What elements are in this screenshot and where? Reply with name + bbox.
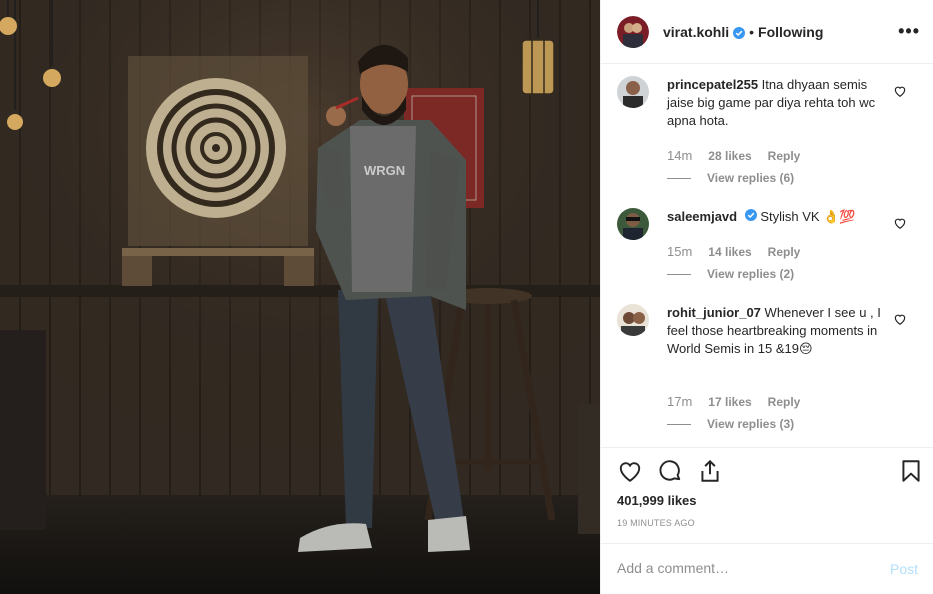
comment-like-heart-icon[interactable] bbox=[893, 312, 907, 326]
view-replies-button[interactable]: View replies (6) bbox=[667, 171, 794, 185]
comment-meta: 14m 28 likes Reply bbox=[667, 148, 800, 163]
replies-divider-line bbox=[667, 177, 691, 179]
post-header: virat.kohli • Following ••• bbox=[601, 0, 933, 64]
post-actions: 401,999 likes 19 MINUTES AGO bbox=[601, 447, 933, 543]
comment-meta: 17m 17 likes Reply bbox=[667, 394, 800, 409]
comment-likes[interactable]: 17 likes bbox=[708, 395, 751, 409]
author-avatar[interactable] bbox=[617, 15, 649, 48]
likes-count[interactable]: 401,999 likes bbox=[617, 493, 697, 508]
add-comment-bar: Post bbox=[601, 543, 933, 594]
comment-likes[interactable]: 14 likes bbox=[708, 245, 751, 259]
comment-likes[interactable]: 28 likes bbox=[708, 149, 751, 163]
post-photo[interactable]: WRGN bbox=[0, 0, 600, 594]
instagram-post-view: WRGN virat.kohli • Following ••• princep… bbox=[0, 0, 933, 594]
verified-badge-icon bbox=[744, 208, 757, 221]
author-username[interactable]: virat.kohli bbox=[663, 24, 729, 40]
reply-button[interactable]: Reply bbox=[768, 149, 801, 163]
comment-icon[interactable] bbox=[657, 458, 683, 484]
reply-button[interactable]: Reply bbox=[768, 245, 801, 259]
view-replies-label: View replies (2) bbox=[707, 267, 795, 281]
comment-like-heart-icon[interactable] bbox=[893, 216, 907, 230]
view-replies-button[interactable]: View replies (3) bbox=[667, 417, 794, 431]
heart-icon[interactable] bbox=[617, 458, 643, 484]
comment-username[interactable]: rohit_junior_07 bbox=[667, 305, 761, 320]
replies-divider-line bbox=[667, 273, 691, 275]
commenter-avatar[interactable] bbox=[617, 208, 649, 240]
post-timestamp[interactable]: 19 MINUTES AGO bbox=[617, 518, 695, 528]
comment-username[interactable]: saleemjavd bbox=[667, 209, 737, 224]
reply-button[interactable]: Reply bbox=[768, 395, 801, 409]
comment-time[interactable]: 17m bbox=[667, 394, 692, 409]
bookmark-icon[interactable] bbox=[898, 458, 924, 484]
commenter-avatar[interactable] bbox=[617, 76, 649, 108]
comment-text-block: princepatel255 Itna dhyaan semis jaise b… bbox=[667, 76, 887, 130]
comments-list[interactable]: princepatel255 Itna dhyaan semis jaise b… bbox=[601, 65, 933, 447]
comment-meta: 15m 14 likes Reply bbox=[667, 244, 800, 259]
share-icon[interactable] bbox=[697, 458, 723, 484]
comment-text: Stylish VK 👌💯 bbox=[760, 209, 856, 224]
post-photo-illustration: WRGN bbox=[0, 0, 600, 594]
view-replies-label: View replies (3) bbox=[707, 417, 795, 431]
comment-text-block: rohit_junior_07 Whenever I see u , I fee… bbox=[667, 304, 887, 358]
post-comment-button[interactable]: Post bbox=[890, 561, 918, 577]
view-replies-button[interactable]: View replies (2) bbox=[667, 267, 794, 281]
view-replies-label: View replies (6) bbox=[707, 171, 795, 185]
more-options-button[interactable]: ••• bbox=[898, 22, 920, 40]
following-button[interactable]: Following bbox=[758, 24, 823, 40]
comment-time[interactable]: 14m bbox=[667, 148, 692, 163]
header-separator: • bbox=[749, 23, 755, 40]
verified-badge-icon bbox=[733, 26, 746, 39]
comment-text-block: saleemjavd Stylish VK 👌💯 bbox=[667, 208, 887, 226]
comment-like-heart-icon[interactable] bbox=[893, 84, 907, 98]
replies-divider-line bbox=[667, 423, 691, 425]
commenter-avatar[interactable] bbox=[617, 304, 649, 336]
comment-username[interactable]: princepatel255 bbox=[667, 77, 758, 92]
post-side-panel: virat.kohli • Following ••• princepatel2… bbox=[600, 0, 933, 594]
comment-time[interactable]: 15m bbox=[667, 244, 692, 259]
add-comment-input[interactable] bbox=[617, 560, 877, 576]
